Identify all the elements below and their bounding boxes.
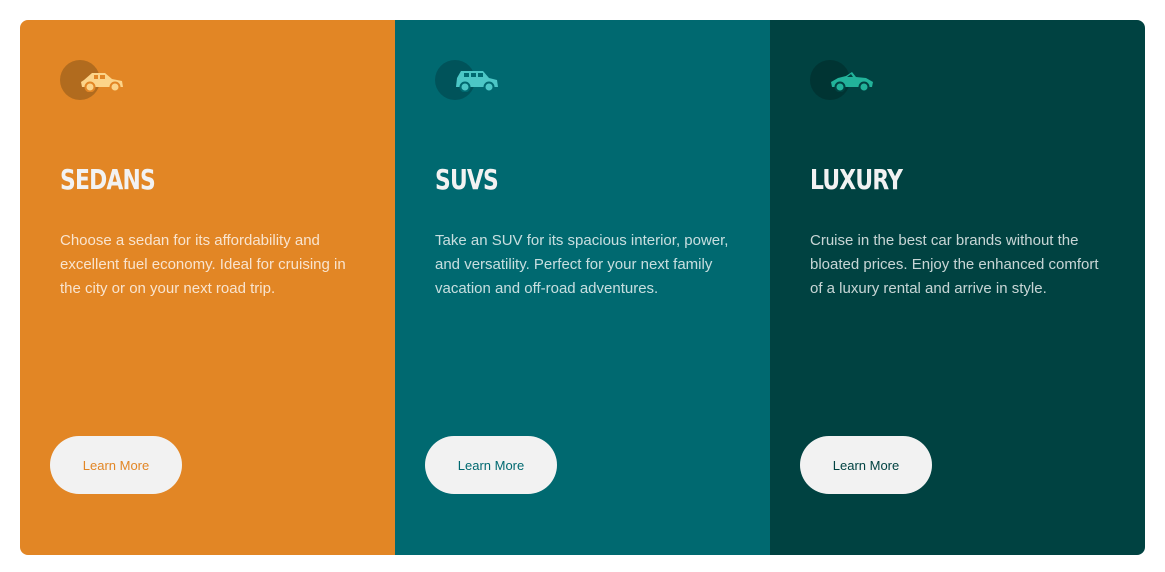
learn-more-button[interactable]: Learn More bbox=[425, 436, 557, 494]
card-description: Cruise in the best car brands without th… bbox=[810, 232, 1099, 297]
card-title: SUVS bbox=[435, 163, 499, 196]
card-luxury: LUXURY Cruise in the best car brands wit… bbox=[770, 20, 1145, 555]
luxury-car-icon bbox=[810, 60, 876, 100]
card-description: Choose a sedan for its affordability and… bbox=[60, 232, 346, 297]
suv-car-icon bbox=[435, 60, 501, 100]
card-title: SEDANS bbox=[60, 163, 156, 196]
sedan-car-icon bbox=[60, 60, 126, 100]
car-category-cards: SEDANS Choose a sedan for its affordabil… bbox=[20, 20, 1145, 555]
learn-more-button[interactable]: Learn More bbox=[50, 436, 182, 494]
card-suvs: SUVS Take an SUV for its spacious interi… bbox=[395, 20, 770, 555]
learn-more-button[interactable]: Learn More bbox=[800, 436, 932, 494]
card-description: Take an SUV for its spacious interior, p… bbox=[435, 232, 729, 297]
card-title: LUXURY bbox=[810, 163, 903, 196]
card-sedans: SEDANS Choose a sedan for its affordabil… bbox=[20, 20, 395, 555]
